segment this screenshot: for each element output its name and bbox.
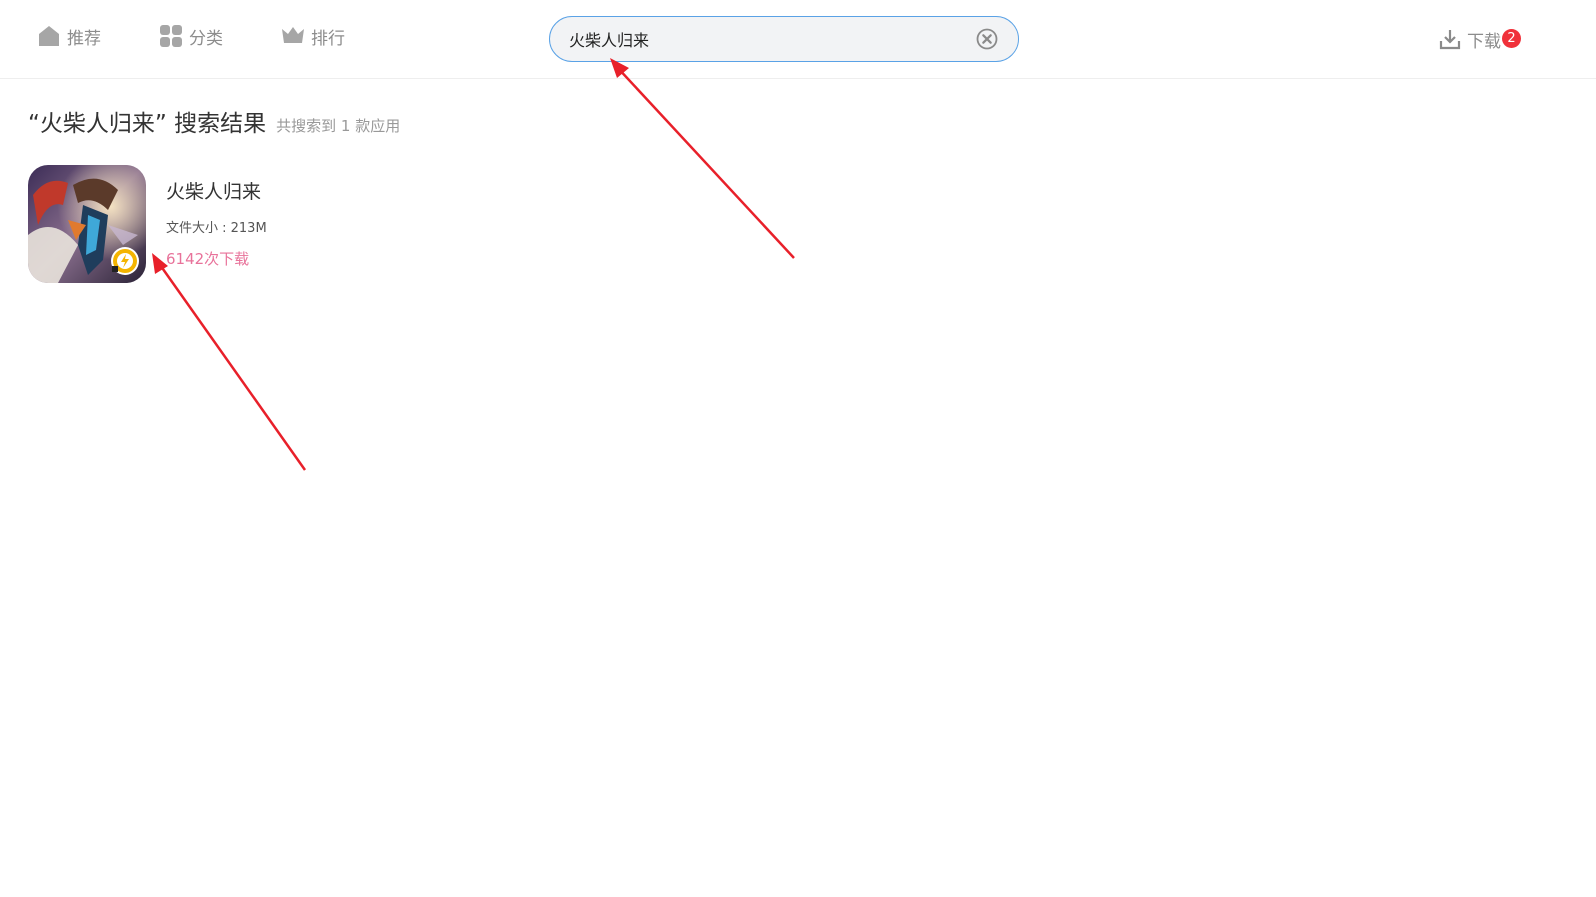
app-file-size: 文件大小 : 213M <box>166 221 267 236</box>
grid-icon <box>159 24 183 48</box>
nav-item-ranking[interactable]: 排行 <box>281 22 345 50</box>
clear-icon[interactable] <box>976 28 998 50</box>
results-title: “火柴人归来” 搜索结果 <box>28 111 267 137</box>
app-name[interactable]: 火柴人归来 <box>166 177 261 204</box>
nav-item-category[interactable]: 分类 <box>159 22 223 50</box>
search-box <box>549 16 1019 62</box>
nav-item-label: 排行 <box>311 28 345 49</box>
downloads-count-badge: 2 <box>1502 28 1521 48</box>
annotation-arrow-app <box>152 253 307 471</box>
nav-item-label: 推荐 <box>67 28 101 49</box>
nav-item-label: 分类 <box>189 28 223 49</box>
results-count: 共搜索到 1 款应用 <box>276 117 401 135</box>
crown-icon <box>281 24 305 48</box>
downloads-button[interactable]: 下载 2 <box>1439 26 1521 52</box>
app-result-item[interactable]: 火柴人归来 文件大小 : 213M 6142次下载 <box>28 165 428 285</box>
annotation-arrow-search <box>610 58 795 259</box>
speed-badge-icon <box>111 247 139 275</box>
results-header: “火柴人归来” 搜索结果 共搜索到 1 款应用 <box>28 104 400 138</box>
search-input[interactable] <box>569 24 959 54</box>
top-nav-bar: 推荐 分类 排行 火柴人归来 下载 2 <box>0 0 1596 79</box>
download-icon <box>1439 28 1461 50</box>
nav-item-recommend[interactable]: 推荐 <box>37 22 101 50</box>
downloads-label: 下载 <box>1467 31 1501 52</box>
app-download-count: 6142次下载 <box>166 250 250 268</box>
home-icon <box>37 24 61 48</box>
